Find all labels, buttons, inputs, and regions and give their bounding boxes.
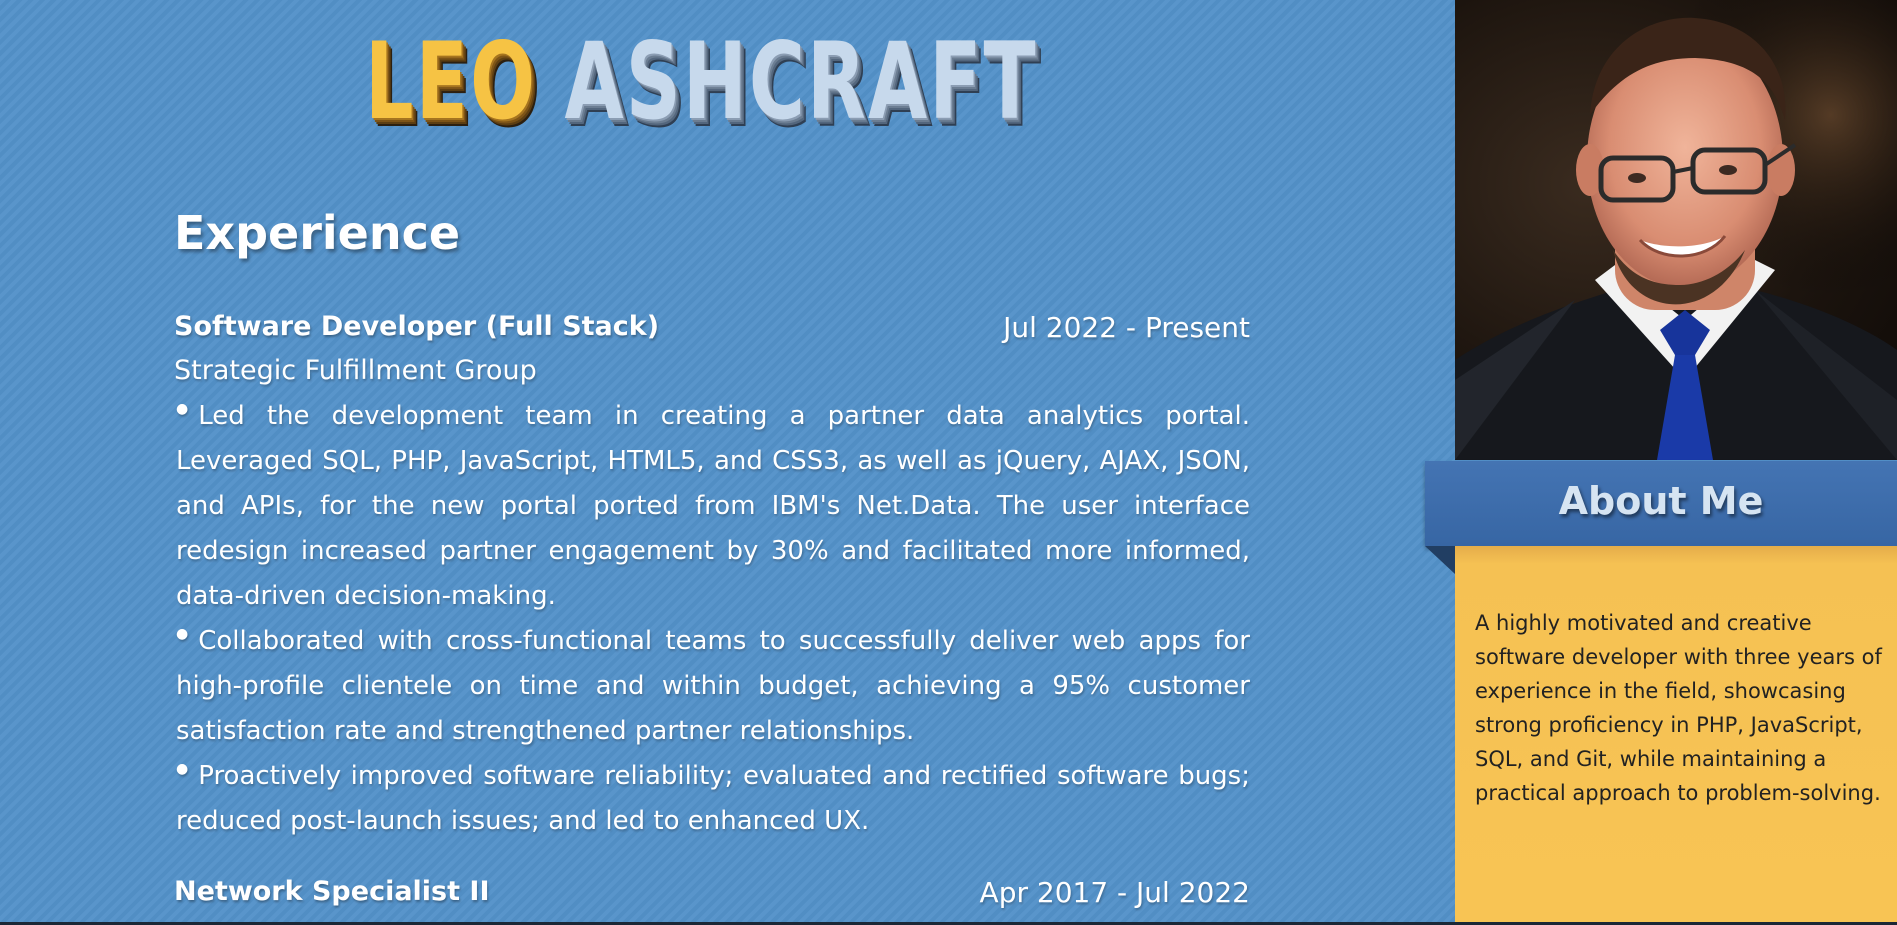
- about-text: A highly motivated and creative software…: [1475, 611, 1882, 805]
- job-bullet-text: Collaborated with cross-functional teams…: [176, 626, 1250, 746]
- bullet-dot-icon: ●: [176, 626, 189, 642]
- job-bullets: ● Led the development team in creating a …: [176, 394, 1250, 844]
- ribbon-fold: [1425, 546, 1455, 574]
- bullet-dot-icon: ●: [176, 401, 189, 417]
- experience-title: Experience: [174, 206, 461, 260]
- name-heading: LEO ASHCRAFT: [365, 22, 1038, 142]
- job-dates: Jul 2022 - Present: [1003, 311, 1250, 344]
- job-title: Network Specialist II: [174, 876, 490, 907]
- job-entry: Software Developer (Full Stack) Jul 2022…: [174, 311, 1250, 844]
- bullet-dot-icon: ●: [176, 761, 189, 777]
- job-dates: Apr 2017 - Jul 2022: [979, 876, 1250, 909]
- job-bullet: ● Proactively improved software reliabili…: [176, 754, 1250, 844]
- job-bullet-text: Proactively improved software reliabilit…: [176, 761, 1250, 836]
- about-box: A highly motivated and creative software…: [1455, 546, 1897, 922]
- main-panel: LEO ASHCRAFT Experience Software Develope…: [0, 0, 1455, 922]
- job-bullet-text: Led the development team in creating a p…: [176, 401, 1250, 611]
- about-title: About Me: [1558, 479, 1764, 523]
- job-title: Software Developer (Full Stack): [174, 311, 660, 342]
- job-company: Strategic Fulfillment Group: [174, 355, 537, 386]
- job-bullet: ● Led the development team in creating a …: [176, 394, 1250, 619]
- about-header: About Me: [1425, 461, 1897, 546]
- job-bullet: ● Collaborated with cross-functional team…: [176, 619, 1250, 754]
- first-name: LEO: [365, 20, 538, 143]
- last-name: ASHCRAFT: [564, 20, 1038, 143]
- job-entry: Network Specialist II Apr 2017 - Jul 202…: [174, 876, 1250, 912]
- job-header: Software Developer (Full Stack) Jul 2022…: [174, 311, 1250, 347]
- job-header: Network Specialist II Apr 2017 - Jul 202…: [174, 876, 1250, 912]
- profile-photo: [1455, 0, 1897, 460]
